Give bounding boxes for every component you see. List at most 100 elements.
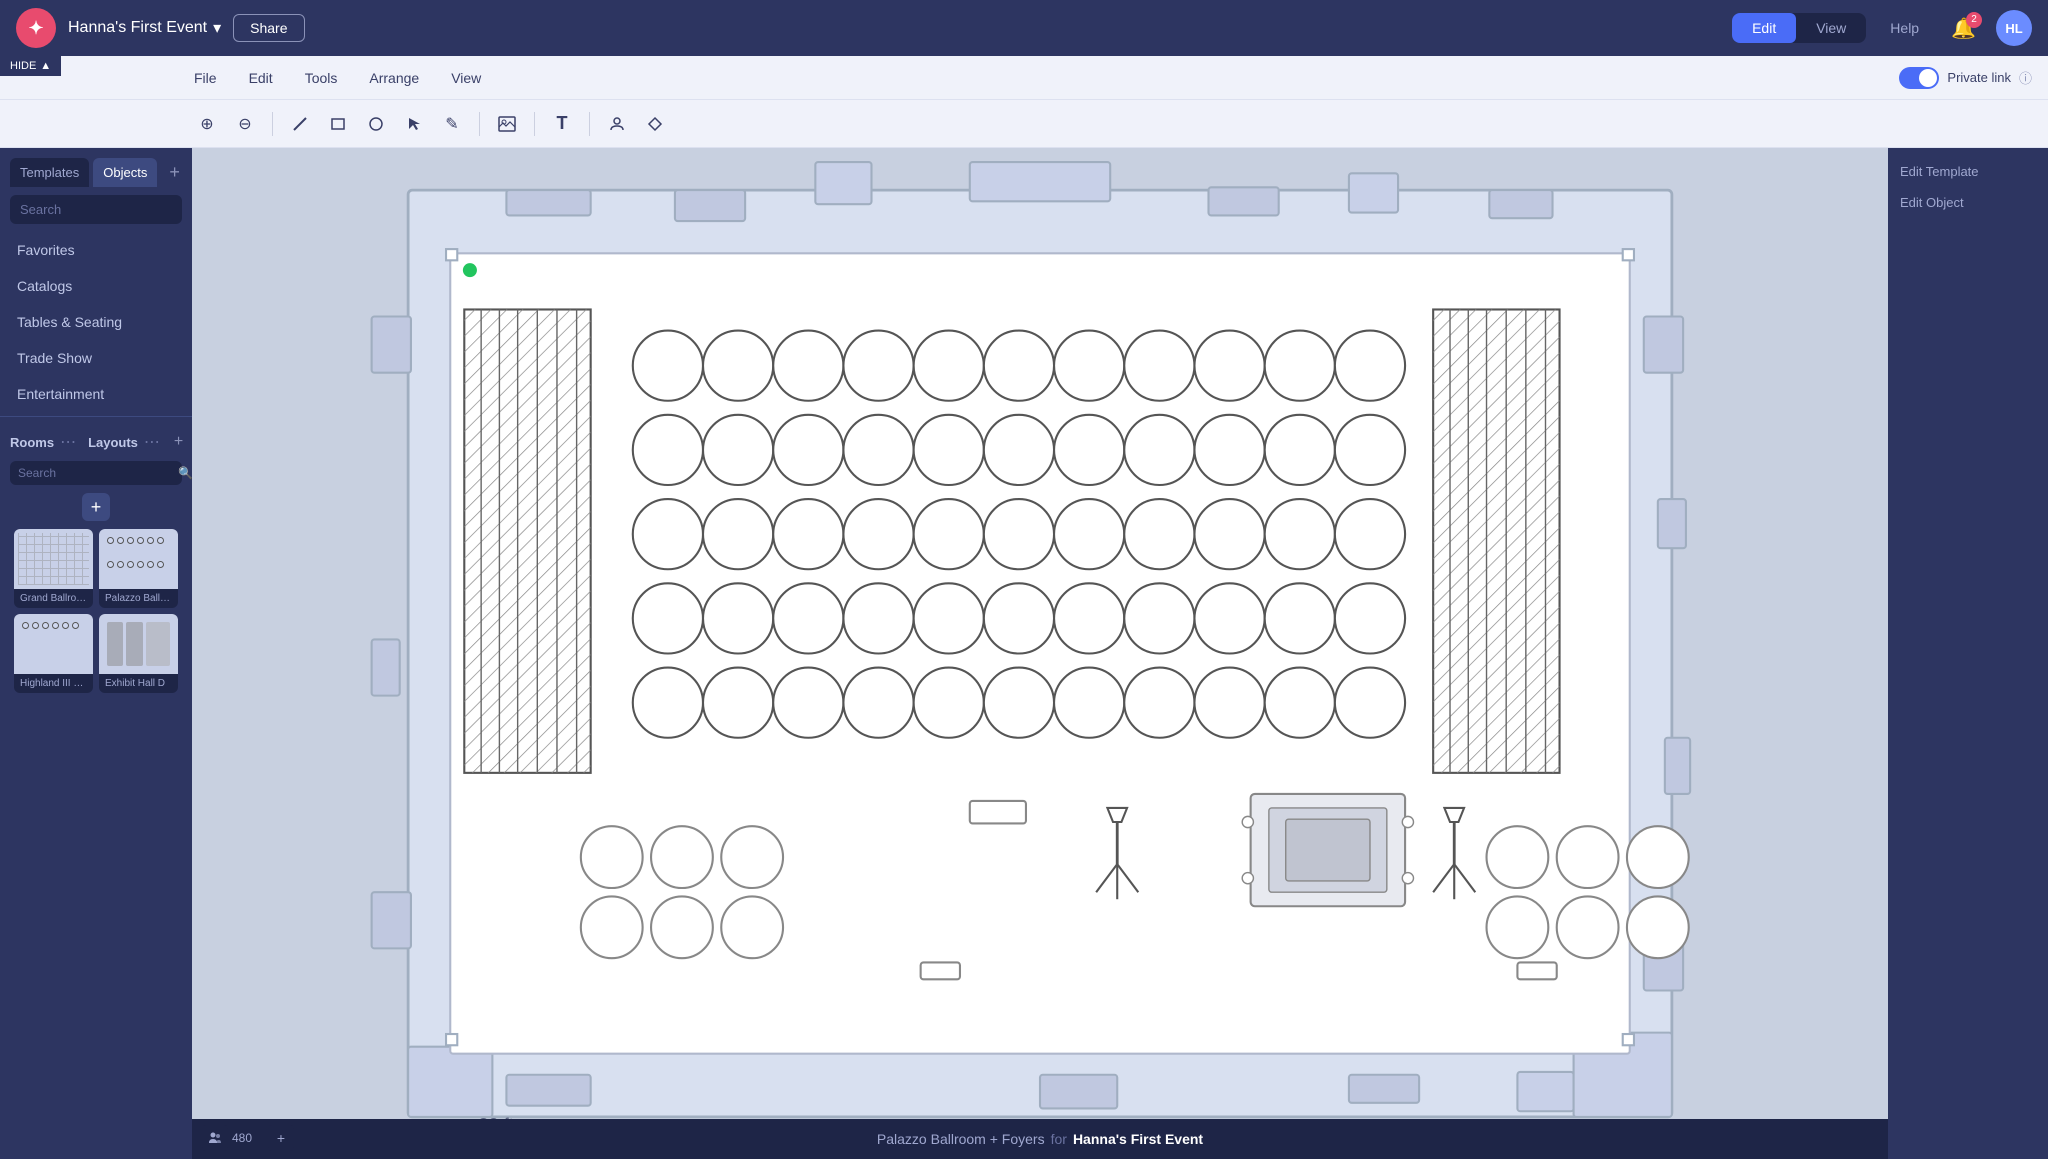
table[interactable] xyxy=(914,499,984,569)
tab-objects[interactable]: Objects xyxy=(93,158,157,187)
table[interactable] xyxy=(984,668,1054,738)
shape-tool-button[interactable] xyxy=(638,107,672,141)
layouts-options-icon[interactable]: ⋯ xyxy=(144,432,160,452)
add-person-button[interactable]: + xyxy=(268,1125,294,1151)
table[interactable] xyxy=(1487,826,1549,888)
sidebar-item-catalogs[interactable]: Catalogs xyxy=(0,268,192,304)
info-icon[interactable]: ⓘ xyxy=(2019,68,2032,87)
table[interactable] xyxy=(1054,331,1124,401)
table[interactable] xyxy=(773,331,843,401)
table[interactable] xyxy=(1054,415,1124,485)
table[interactable] xyxy=(633,668,703,738)
table[interactable] xyxy=(914,415,984,485)
table[interactable] xyxy=(773,583,843,653)
view-mode-button[interactable]: View xyxy=(1796,13,1866,43)
corner-handle-br[interactable] xyxy=(1623,1034,1634,1045)
table[interactable] xyxy=(581,826,643,888)
table[interactable] xyxy=(703,583,773,653)
table[interactable] xyxy=(1335,415,1405,485)
table[interactable] xyxy=(1124,331,1194,401)
table[interactable] xyxy=(984,583,1054,653)
canvas-area[interactable]: 20 ft Palazzo Ballroom + Foyers for Hann… xyxy=(192,148,1888,1159)
table[interactable] xyxy=(843,331,913,401)
add-tab-button[interactable]: + xyxy=(161,158,188,187)
table[interactable] xyxy=(1265,499,1335,569)
select-tool-button[interactable] xyxy=(397,107,431,141)
table[interactable] xyxy=(984,331,1054,401)
table[interactable] xyxy=(633,415,703,485)
table[interactable] xyxy=(1557,896,1619,958)
help-button[interactable]: Help xyxy=(1878,14,1931,42)
table[interactable] xyxy=(1194,331,1264,401)
corner-handle-tl[interactable] xyxy=(446,249,457,260)
sidebar-item-trade-show[interactable]: Trade Show xyxy=(0,340,192,376)
line-tool-button[interactable] xyxy=(283,107,317,141)
menu-view[interactable]: View xyxy=(447,66,485,90)
table[interactable] xyxy=(984,415,1054,485)
layout-card-highland[interactable]: Highland III & IV xyxy=(14,614,93,693)
table[interactable] xyxy=(633,499,703,569)
rect-tool-button[interactable] xyxy=(321,107,355,141)
table[interactable] xyxy=(1627,896,1689,958)
layout-card-palazzo-ballroom[interactable]: Palazzo Ballroo... xyxy=(99,529,178,608)
app-logo[interactable]: ✦ xyxy=(16,8,56,48)
avatar[interactable]: HL xyxy=(1996,10,2032,46)
table[interactable] xyxy=(1627,826,1689,888)
menu-tools[interactable]: Tools xyxy=(301,66,342,90)
sidebar-item-entertainment[interactable]: Entertainment xyxy=(0,376,192,412)
tab-templates[interactable]: Templates xyxy=(10,158,89,187)
edit-object-button[interactable]: Edit Object xyxy=(1900,195,2036,210)
table[interactable] xyxy=(843,499,913,569)
table[interactable] xyxy=(1265,583,1335,653)
table[interactable] xyxy=(1194,583,1264,653)
table[interactable] xyxy=(633,331,703,401)
table[interactable] xyxy=(651,896,713,958)
notifications-button[interactable]: 🔔 2 xyxy=(1943,12,1984,45)
table[interactable] xyxy=(914,331,984,401)
table[interactable] xyxy=(984,499,1054,569)
person-tool-button[interactable] xyxy=(600,107,634,141)
podium-area[interactable] xyxy=(1242,794,1413,906)
rooms-options-icon[interactable]: ⋯ xyxy=(60,432,76,452)
table[interactable] xyxy=(1124,583,1194,653)
sidebar-search-input[interactable] xyxy=(20,202,192,217)
person-count-button[interactable] xyxy=(202,1125,228,1151)
table[interactable] xyxy=(843,583,913,653)
table[interactable] xyxy=(1124,668,1194,738)
table[interactable] xyxy=(914,668,984,738)
edit-mode-button[interactable]: Edit xyxy=(1732,13,1796,43)
table[interactable] xyxy=(1265,415,1335,485)
table[interactable] xyxy=(1335,499,1405,569)
table[interactable] xyxy=(773,668,843,738)
table[interactable] xyxy=(703,331,773,401)
corner-handle-bl[interactable] xyxy=(446,1034,457,1045)
table[interactable] xyxy=(1194,499,1264,569)
table[interactable] xyxy=(773,415,843,485)
table[interactable] xyxy=(1124,415,1194,485)
table[interactable] xyxy=(581,896,643,958)
zoom-out-button[interactable]: ⊖ xyxy=(228,107,262,141)
table[interactable] xyxy=(1054,583,1124,653)
image-tool-button[interactable] xyxy=(490,107,524,141)
private-link-toggle[interactable] xyxy=(1899,67,1939,89)
corner-handle-tr[interactable] xyxy=(1623,249,1634,260)
table[interactable] xyxy=(843,668,913,738)
add-layout-button[interactable]: + xyxy=(166,429,191,455)
layout-card-exhibit-hall-d[interactable]: Exhibit Hall D xyxy=(99,614,178,693)
left-screen-object[interactable] xyxy=(464,309,590,772)
sidebar-item-tables-seating[interactable]: Tables & Seating xyxy=(0,304,192,340)
hide-button[interactable]: HIDE ▲ xyxy=(0,56,61,76)
table[interactable] xyxy=(1194,668,1264,738)
table[interactable] xyxy=(1335,331,1405,401)
table[interactable] xyxy=(1557,826,1619,888)
table[interactable] xyxy=(1335,583,1405,653)
circle-tool-button[interactable] xyxy=(359,107,393,141)
right-screen-object[interactable] xyxy=(1433,309,1559,772)
table[interactable] xyxy=(703,415,773,485)
table[interactable] xyxy=(721,826,783,888)
table[interactable] xyxy=(703,668,773,738)
layout-card-grand-ballroom[interactable]: Grand Ballroom... xyxy=(14,529,93,608)
table[interactable] xyxy=(1265,668,1335,738)
table[interactable] xyxy=(721,896,783,958)
menu-edit[interactable]: Edit xyxy=(245,66,277,90)
